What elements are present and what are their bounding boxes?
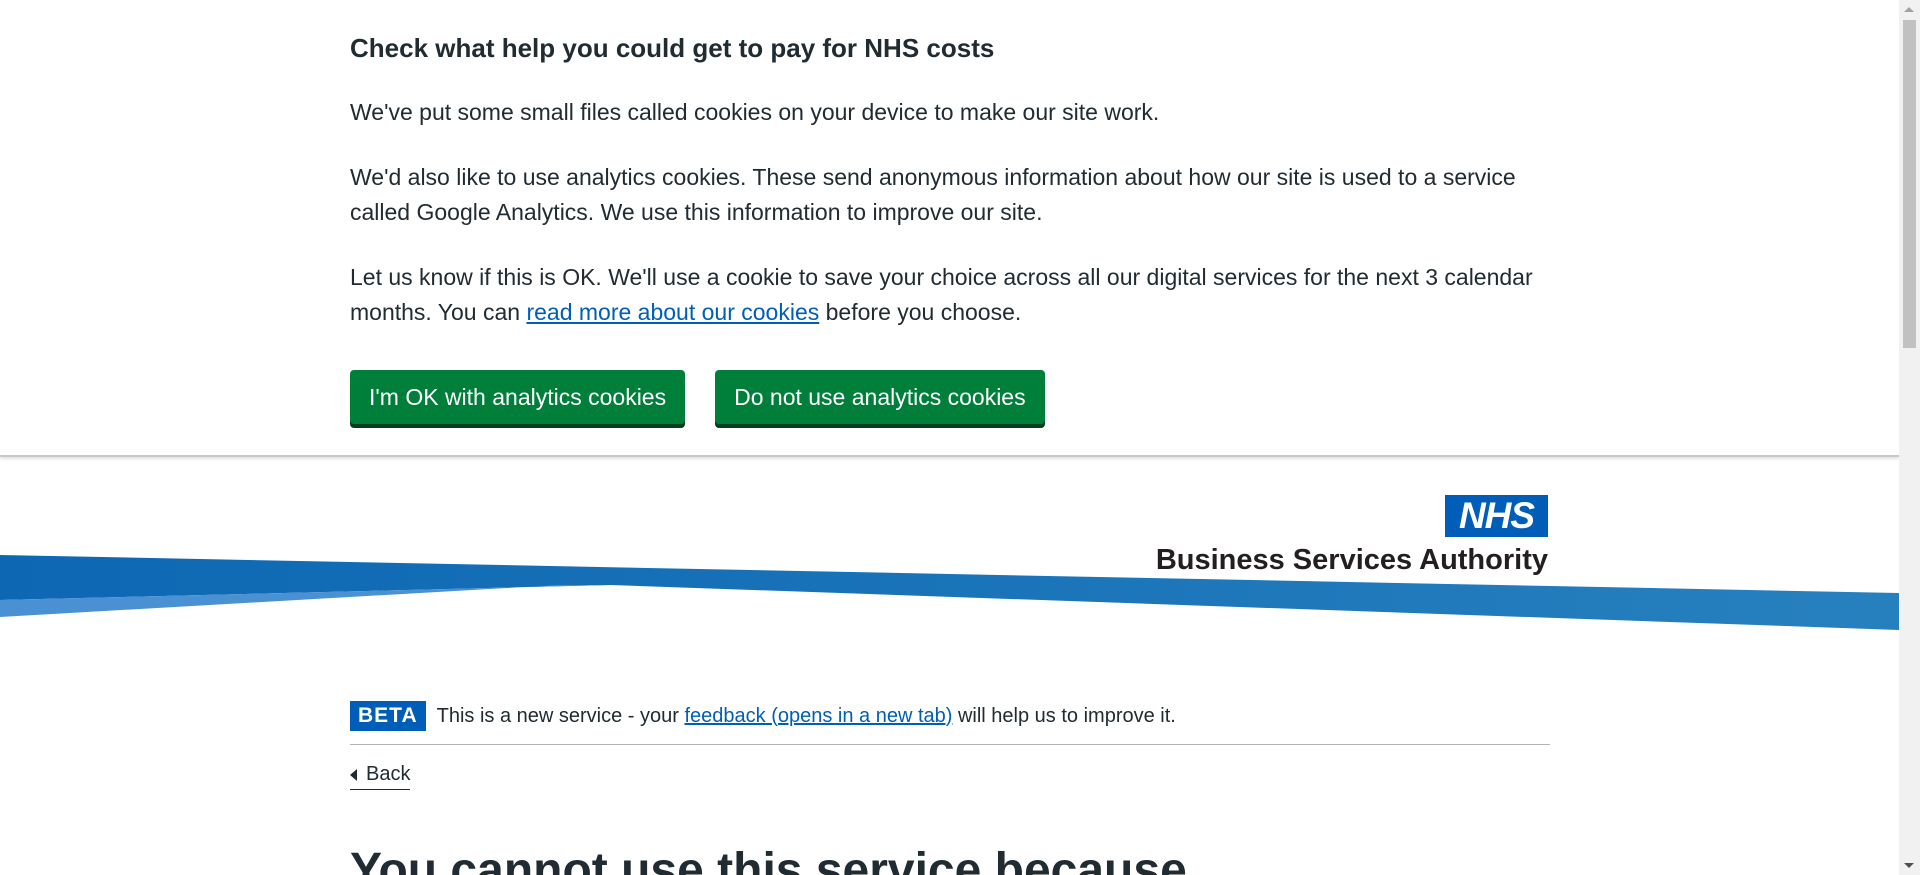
- accept-analytics-cookies-button[interactable]: I'm OK with analytics cookies: [350, 370, 686, 424]
- main-content: BETA This is a new service - your feedba…: [350, 700, 1550, 790]
- page: Check what help you could get to pay for…: [0, 0, 1899, 875]
- vertical-scrollbar[interactable]: [1899, 0, 1920, 875]
- cookie-button-group: I'm OK with analytics cookies Do not use…: [350, 370, 1540, 424]
- scroll-down-arrow-icon[interactable]: [1904, 863, 1914, 868]
- back-link-label: Back: [366, 763, 411, 785]
- cookie-analytics-text: We'd also like to use analytics cookies.…: [350, 164, 1516, 225]
- reject-analytics-cookies-button[interactable]: Do not use analytics cookies: [715, 370, 1045, 424]
- cookie-choice-text: Let us know if this is OK. We'll use a c…: [350, 260, 1540, 330]
- nhs-logo-icon: NHS: [1445, 495, 1548, 537]
- header-swoosh-graphic: [0, 555, 1899, 645]
- cookie-banner-content: Check what help you could get to pay for…: [350, 31, 1540, 424]
- chevron-left-icon: [350, 768, 357, 781]
- phase-text-start: This is a new service - your: [436, 704, 685, 727]
- read-more-cookies-link[interactable]: read more about our cookies: [526, 299, 819, 325]
- page-title: You cannot use this service because: [350, 844, 1187, 875]
- back-link[interactable]: Back: [350, 763, 411, 790]
- scrollbar-thumb[interactable]: [1903, 20, 1916, 348]
- beta-tag: BETA: [350, 701, 426, 731]
- cookie-choice-text-end: before you choose.: [819, 299, 1022, 325]
- scroll-up-arrow-icon[interactable]: [1904, 7, 1914, 12]
- site-header: NHS Business Services Authority: [0, 455, 1899, 695]
- cookie-banner: Check what help you could get to pay for…: [0, 0, 1899, 457]
- phase-banner-text: This is a new service - your feedback (o…: [437, 705, 1176, 728]
- feedback-link[interactable]: feedback (opens in a new tab): [684, 705, 952, 727]
- phase-banner: BETA This is a new service - your feedba…: [350, 700, 1550, 745]
- cookie-banner-heading: Check what help you could get to pay for…: [350, 33, 995, 63]
- cookie-intro-text: We've put some small files called cookie…: [350, 99, 1160, 125]
- phase-text-end: will help us to improve it.: [952, 704, 1176, 727]
